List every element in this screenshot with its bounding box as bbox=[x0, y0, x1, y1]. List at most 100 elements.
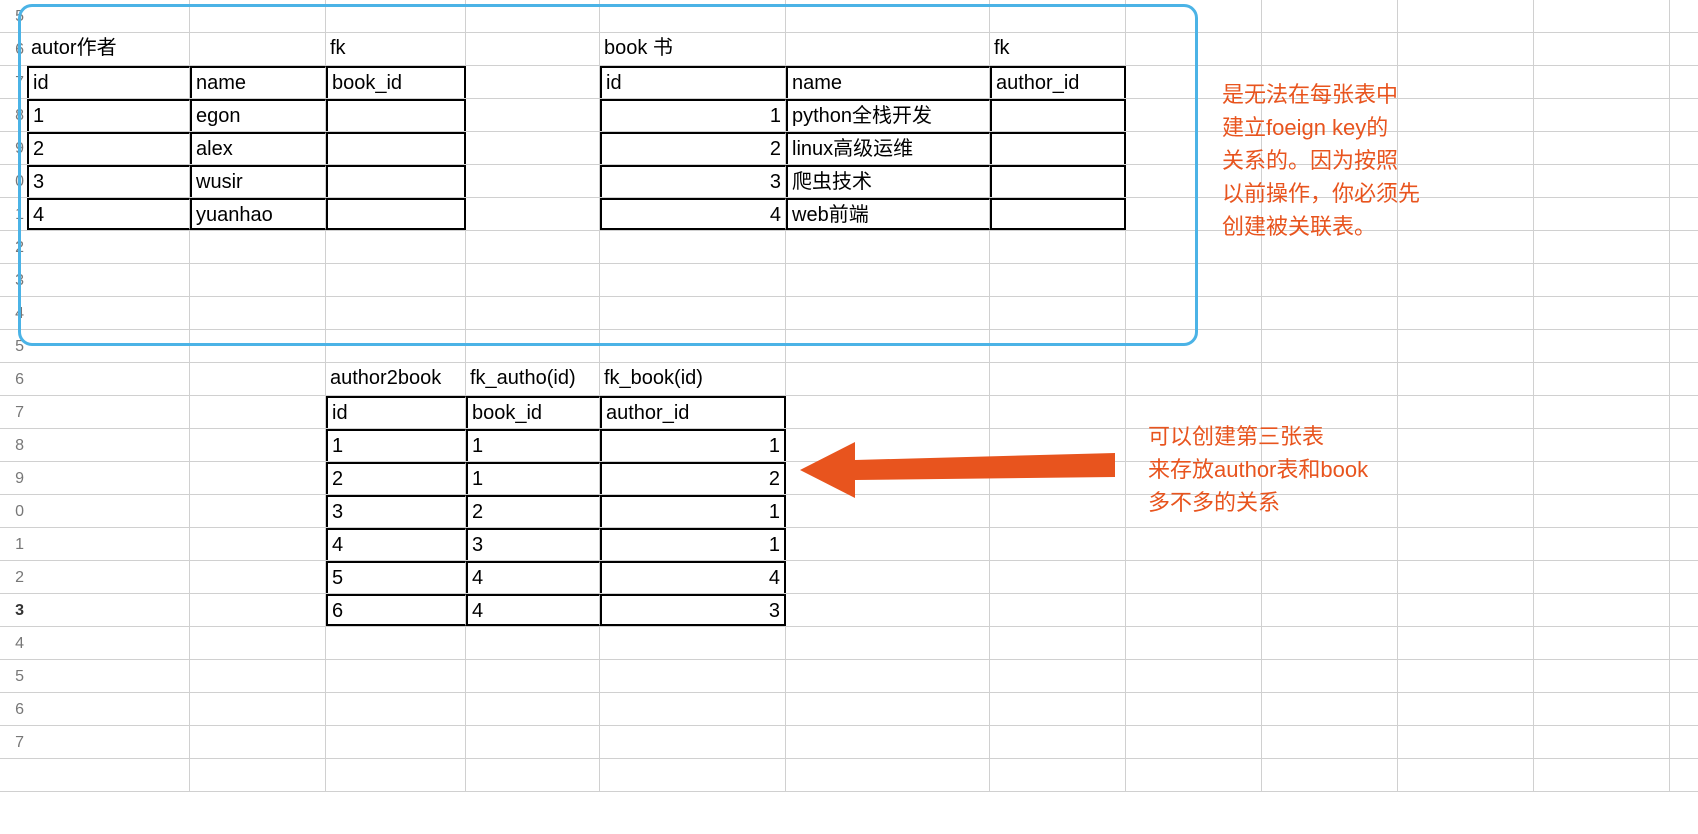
cell[interactable] bbox=[190, 561, 326, 593]
cell[interactable] bbox=[1534, 627, 1670, 659]
cell[interactable] bbox=[190, 429, 326, 461]
link-cell[interactable]: 6 bbox=[326, 594, 466, 626]
cell[interactable] bbox=[786, 33, 990, 65]
link-cell[interactable]: 1 bbox=[600, 495, 786, 527]
author-header-name[interactable]: name bbox=[190, 66, 326, 98]
cell[interactable] bbox=[1262, 363, 1398, 395]
cell[interactable] bbox=[786, 0, 990, 32]
cell[interactable] bbox=[466, 0, 600, 32]
cell[interactable] bbox=[1534, 363, 1670, 395]
link-cell[interactable]: 2 bbox=[326, 462, 466, 494]
cell[interactable] bbox=[1534, 330, 1670, 362]
cell[interactable] bbox=[1262, 561, 1398, 593]
cell[interactable] bbox=[466, 330, 600, 362]
author-title[interactable]: autor作者 bbox=[27, 33, 190, 65]
cell[interactable] bbox=[600, 627, 786, 659]
cell[interactable] bbox=[1262, 660, 1398, 692]
cell[interactable] bbox=[990, 627, 1126, 659]
cell[interactable] bbox=[786, 330, 990, 362]
author-cell[interactable] bbox=[326, 132, 466, 164]
link-cell[interactable]: 3 bbox=[466, 528, 600, 560]
cell[interactable] bbox=[786, 363, 990, 395]
cell[interactable] bbox=[600, 297, 786, 329]
cell[interactable] bbox=[190, 363, 326, 395]
cell[interactable] bbox=[786, 231, 990, 263]
cell[interactable] bbox=[1126, 759, 1262, 791]
book-header-authorid[interactable]: author_id bbox=[990, 66, 1126, 98]
cell[interactable] bbox=[466, 165, 600, 197]
author-cell[interactable] bbox=[326, 198, 466, 230]
cell[interactable] bbox=[1534, 495, 1670, 527]
cell[interactable] bbox=[1126, 660, 1262, 692]
cell[interactable] bbox=[990, 759, 1126, 791]
cell[interactable] bbox=[786, 561, 990, 593]
link-title[interactable]: author2book bbox=[326, 363, 466, 395]
cell[interactable] bbox=[990, 429, 1126, 461]
cell[interactable] bbox=[1398, 660, 1534, 692]
author-cell[interactable]: alex bbox=[190, 132, 326, 164]
cell[interactable] bbox=[1126, 363, 1262, 395]
cell[interactable] bbox=[326, 693, 466, 725]
cell[interactable] bbox=[1126, 693, 1262, 725]
cell[interactable] bbox=[190, 33, 326, 65]
cell[interactable] bbox=[990, 0, 1126, 32]
cell[interactable] bbox=[786, 627, 990, 659]
cell[interactable] bbox=[1670, 330, 1698, 362]
cell[interactable] bbox=[1126, 330, 1262, 362]
author-header-id[interactable]: id bbox=[27, 66, 190, 98]
cell[interactable] bbox=[466, 726, 600, 758]
cell[interactable] bbox=[326, 660, 466, 692]
cell[interactable] bbox=[1670, 627, 1698, 659]
cell[interactable] bbox=[27, 594, 190, 626]
cell[interactable] bbox=[786, 396, 990, 428]
cell[interactable] bbox=[1534, 759, 1670, 791]
cell[interactable] bbox=[600, 0, 786, 32]
cell[interactable] bbox=[1534, 231, 1670, 263]
cell[interactable] bbox=[1534, 0, 1670, 32]
cell[interactable] bbox=[190, 495, 326, 527]
cell[interactable] bbox=[1398, 264, 1534, 296]
cell[interactable] bbox=[990, 561, 1126, 593]
cell[interactable] bbox=[1534, 99, 1670, 131]
cell[interactable] bbox=[1126, 528, 1262, 560]
cell[interactable] bbox=[326, 264, 466, 296]
cell[interactable] bbox=[1534, 528, 1670, 560]
cell[interactable] bbox=[1398, 495, 1534, 527]
cell[interactable] bbox=[1534, 693, 1670, 725]
book-cell[interactable]: 1 bbox=[600, 99, 786, 131]
cell[interactable] bbox=[466, 660, 600, 692]
cell[interactable] bbox=[190, 330, 326, 362]
cell[interactable] bbox=[990, 396, 1126, 428]
cell[interactable] bbox=[326, 627, 466, 659]
cell[interactable] bbox=[1262, 627, 1398, 659]
author-fk-label[interactable]: fk bbox=[326, 33, 466, 65]
cell[interactable] bbox=[1398, 528, 1534, 560]
cell[interactable] bbox=[27, 462, 190, 494]
cell[interactable] bbox=[1670, 495, 1698, 527]
cell[interactable] bbox=[466, 759, 600, 791]
cell[interactable] bbox=[27, 561, 190, 593]
cell[interactable] bbox=[1670, 396, 1698, 428]
cell[interactable] bbox=[466, 627, 600, 659]
cell[interactable] bbox=[1670, 132, 1698, 164]
cell[interactable] bbox=[1670, 297, 1698, 329]
cell[interactable] bbox=[600, 693, 786, 725]
link-cell[interactable]: 1 bbox=[466, 462, 600, 494]
book-title[interactable]: book 书 bbox=[600, 33, 786, 65]
book-cell[interactable] bbox=[990, 165, 1126, 197]
link-header-id[interactable]: id bbox=[326, 396, 466, 428]
cell[interactable] bbox=[1670, 462, 1698, 494]
cell[interactable] bbox=[786, 594, 990, 626]
cell[interactable] bbox=[600, 264, 786, 296]
cell[interactable] bbox=[600, 231, 786, 263]
cell[interactable] bbox=[990, 264, 1126, 296]
cell[interactable] bbox=[27, 726, 190, 758]
book-cell[interactable]: 爬虫技术 bbox=[786, 165, 990, 197]
cell[interactable] bbox=[1126, 33, 1262, 65]
cell[interactable] bbox=[326, 759, 466, 791]
cell[interactable] bbox=[786, 495, 990, 527]
cell[interactable] bbox=[1398, 363, 1534, 395]
cell[interactable] bbox=[466, 693, 600, 725]
link-cell[interactable]: 1 bbox=[466, 429, 600, 461]
link-cell[interactable]: 4 bbox=[466, 561, 600, 593]
